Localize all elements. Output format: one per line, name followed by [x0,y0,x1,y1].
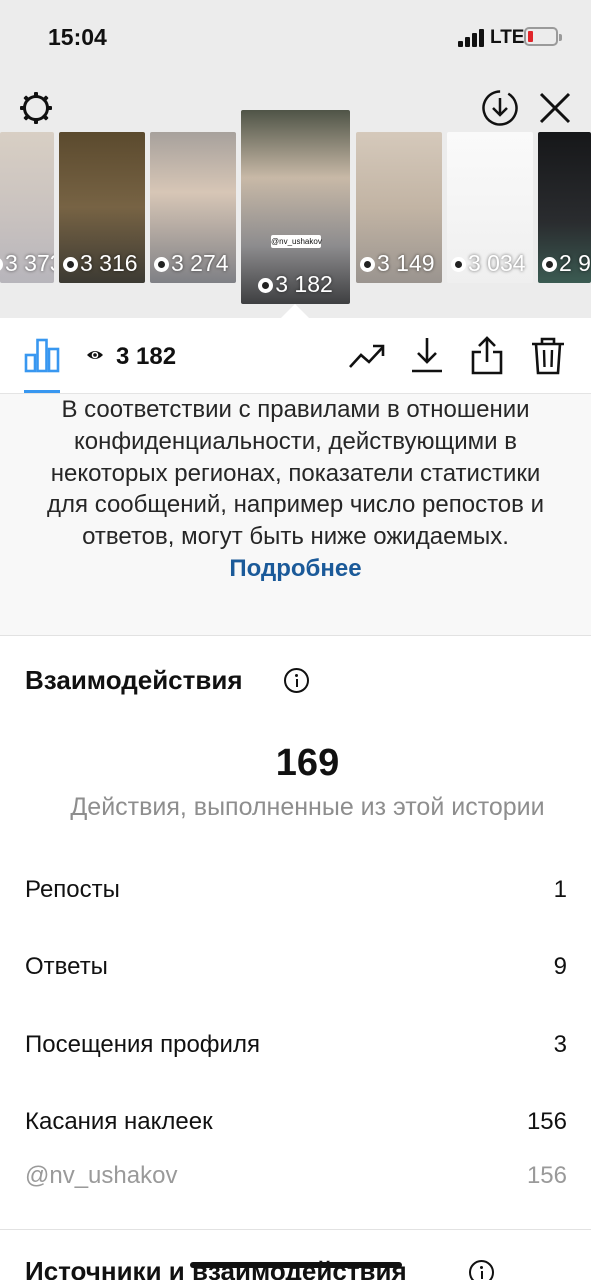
interactions-title: Взаимодействия [25,665,243,695]
stat-row-mention-sticker[interactable]: @nv_ushakov 156 [25,1162,567,1196]
discovery-title: Источники и взаимодействия [25,1256,407,1280]
stat-value: 156 [526,1108,567,1135]
active-tab-indicator [24,390,60,393]
stat-row-reposts: Репосты 1 [25,876,567,910]
story-thumbnail[interactable]: 3 149 [356,132,442,283]
section-divider [0,1229,591,1230]
stat-value: 156 [526,1162,567,1189]
stat-label: Касания наклеек [25,1108,213,1135]
download-icon[interactable] [410,336,444,374]
learn-more-link[interactable]: Подробнее [229,555,361,582]
privacy-notice-text: В соответствии с правилами в отношении к… [30,394,561,585]
interactions-caption: Действия, выполненные из этой истории [70,793,545,821]
close-icon[interactable] [537,90,573,126]
privacy-notice: В соответствии с правилами в отношении к… [0,394,591,636]
trash-icon[interactable] [531,336,565,376]
trending-up-icon[interactable] [348,341,386,371]
story-mention-sticker: @nv_ushakov [271,235,322,248]
eye-icon [258,278,274,293]
notice-body: В соответствии с правилами в отношении к… [47,396,544,551]
stat-row-sticker-taps: Касания наклеек 156 [25,1108,567,1142]
info-icon[interactable] [284,668,309,693]
eye-icon [451,257,466,272]
share-icon[interactable] [470,336,504,376]
interactions-total: 169 [275,742,340,784]
story-insights-toolbar: 3 182 [0,318,591,394]
eye-icon [63,257,78,272]
eye-icon [542,257,557,272]
stat-row-profile-visits: Посещения профиля 3 [25,1031,567,1065]
stat-label: Посещения профиля [25,1031,260,1058]
info-icon[interactable] [469,1260,494,1280]
story-thumbnail[interactable]: 2 9 [538,132,591,283]
eye-icon [0,257,3,272]
stat-value: 9 [553,953,567,980]
eye-icon [154,257,169,272]
bar-chart-icon[interactable] [24,337,60,373]
stat-label: @nv_ushakov [25,1162,178,1189]
selected-pointer [281,304,309,318]
download-circle-icon[interactable] [481,89,519,127]
eye-icon [87,351,103,359]
story-thumbnail-selected[interactable]: @nv_ushakov 3 182 [241,110,350,304]
stat-row-replies: Ответы 9 [25,953,567,987]
status-bar: 15:04 LTE [0,0,591,70]
network-type: LTE [490,27,525,48]
eye-icon [360,257,375,272]
battery-icon [524,27,562,46]
stat-value: 3 [553,1031,567,1058]
story-thumbnail[interactable]: 3 316 [59,132,145,283]
signal-icon [458,29,486,47]
story-thumbnail[interactable]: 3 274 [150,132,236,283]
stat-label: Ответы [25,953,108,980]
status-time: 15:04 [48,24,107,50]
stat-value: 1 [553,876,567,903]
story-thumbnail[interactable]: 3 373 [0,132,54,283]
home-indicator [190,1262,402,1268]
stat-label: Репосты [25,876,120,903]
gear-icon[interactable] [18,90,54,126]
story-thumbnail[interactable]: 3 034 [447,132,533,283]
view-count: 3 182 [116,343,177,370]
